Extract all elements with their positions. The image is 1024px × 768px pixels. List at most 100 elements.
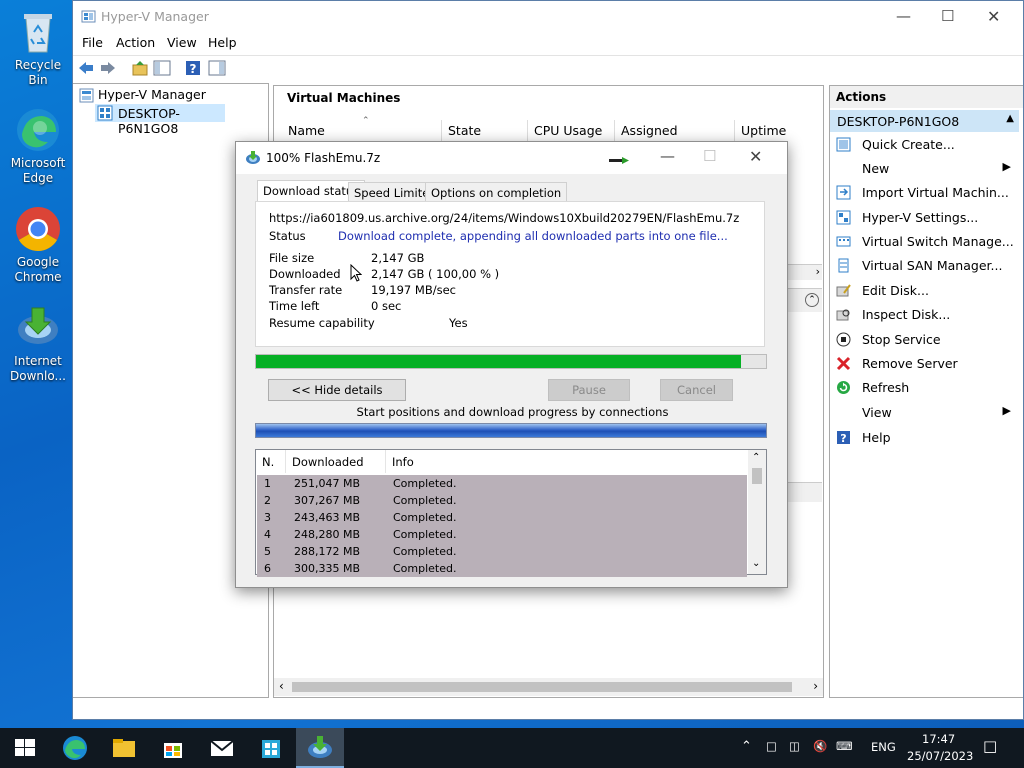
menu-view[interactable]: View — [167, 35, 197, 50]
mail-icon[interactable] — [208, 734, 236, 762]
action-remove-server[interactable]: Remove Server — [830, 353, 1015, 375]
action-edit-disk[interactable]: Edit Disk... — [830, 280, 1015, 302]
horizontal-scrollbar[interactable]: ‹ › — [274, 678, 823, 696]
action-label: Virtual Switch Manage... — [862, 234, 1014, 249]
download-url: https://ia601809.us.archive.org/24/items… — [269, 211, 740, 225]
col-info[interactable]: Info — [386, 450, 746, 473]
action-label: Remove Server — [862, 356, 958, 371]
idm-titlebar[interactable]: 100% FlashEmu.7z — ☐ ✕ — [236, 142, 787, 174]
col-downloaded[interactable]: Downloaded — [286, 450, 386, 473]
menu-file[interactable]: File — [82, 35, 103, 50]
col-uptime[interactable]: Uptime — [735, 120, 821, 142]
show-tree-icon[interactable] — [153, 59, 171, 77]
edge-icon — [14, 106, 62, 154]
desktop-icon-chrome[interactable]: Google Chrome — [4, 205, 72, 285]
scroll-thumb[interactable] — [292, 682, 792, 692]
connections-progress-bar — [255, 423, 767, 438]
action-import-virtual-machin[interactable]: Import Virtual Machin... — [830, 182, 1015, 204]
meet-now-icon[interactable]: □ — [766, 739, 777, 753]
cell-info: Completed. — [393, 562, 457, 575]
connections-caption: Start positions and download progress by… — [356, 405, 669, 419]
desktop-icon-recycle-bin[interactable]: Recycle Bin — [4, 8, 72, 88]
help-icon[interactable]: ? — [184, 59, 202, 77]
volume-muted-icon[interactable]: 🔇 — [813, 739, 827, 753]
up-folder-icon[interactable] — [131, 59, 149, 77]
action-view[interactable]: View ▶ — [830, 402, 1015, 424]
tab-options-on-completion[interactable]: Options on completion — [425, 182, 568, 202]
table-row[interactable]: 5 288,172 MB Completed. — [257, 543, 747, 560]
scroll-down-icon[interactable]: ⌄ — [752, 558, 760, 569]
notifications-icon[interactable]: □ — [983, 737, 997, 755]
menu-help[interactable]: Help — [208, 35, 237, 50]
collapse-up-icon[interactable]: ▲ — [1006, 113, 1014, 124]
edge-taskbar-icon[interactable] — [61, 734, 89, 762]
show-hidden-icons-icon[interactable]: ⌃ — [741, 739, 752, 754]
clock-time[interactable]: 17:47 — [922, 732, 955, 746]
action-label: Inspect Disk... — [862, 307, 951, 322]
action-refresh[interactable]: Refresh — [830, 377, 1015, 399]
action-new[interactable]: New ▶ — [830, 158, 1015, 180]
minimize-button[interactable]: — — [896, 7, 911, 25]
idm-maximize-button: ☐ — [703, 147, 717, 165]
chevron-right-icon[interactable]: › — [816, 265, 820, 278]
action-quick-create[interactable]: Quick Create... — [830, 134, 1015, 156]
actions-panel: Actions DESKTOP-P6N1GO8 ▲ Quick Create..… — [829, 85, 1023, 698]
col-memory[interactable]: Assigned Memory — [615, 120, 735, 153]
table-scroll-thumb[interactable] — [752, 468, 762, 484]
cell-downloaded: 300,335 MB — [294, 562, 361, 575]
scroll-up-icon[interactable]: ⌃ — [752, 452, 760, 463]
windows-start-icon[interactable] — [11, 734, 39, 762]
col-n[interactable]: N. — [256, 450, 286, 473]
action-inspect-disk[interactable]: Inspect Disk... — [830, 304, 1015, 326]
action-virtual-san-manager[interactable]: Virtual SAN Manager... — [830, 255, 1015, 277]
close-button[interactable]: ✕ — [987, 7, 1000, 26]
keyboard-icon[interactable]: ⌨ — [836, 739, 853, 753]
language-indicator[interactable]: ENG — [871, 740, 896, 754]
actions-host-header[interactable]: DESKTOP-P6N1GO8 ▲ — [830, 110, 1019, 132]
maximize-button[interactable]: ☐ — [941, 7, 954, 25]
action-label: Import Virtual Machin... — [862, 185, 1009, 200]
table-vertical-scrollbar[interactable]: ⌃ ⌄ — [748, 450, 766, 574]
table-row[interactable]: 6 300,335 MB Completed. — [257, 560, 747, 577]
table-row[interactable]: 3 243,463 MB Completed. — [257, 509, 747, 526]
show-action-pane-icon[interactable] — [208, 59, 226, 77]
desktop-icon-label: Recycle Bin — [14, 58, 62, 87]
scroll-left-icon[interactable]: ‹ — [279, 679, 284, 693]
desktop-icon-idm[interactable]: Internet Downlo... — [4, 304, 72, 384]
store-icon[interactable] — [159, 734, 187, 762]
switch-icon — [836, 234, 851, 249]
action-stop-service[interactable]: Stop Service — [830, 329, 1015, 351]
col-state[interactable]: State — [442, 120, 528, 142]
table-row[interactable]: 4 248,280 MB Completed. — [257, 526, 747, 543]
file-explorer-icon[interactable] — [110, 734, 138, 762]
forward-arrow-icon[interactable] — [99, 59, 117, 77]
collapse-icon[interactable]: ⌃ — [805, 293, 819, 307]
idm-close-button[interactable]: ✕ — [749, 147, 762, 166]
hyperv-titlebar[interactable]: Hyper-V Manager — ☐ ✕ — [73, 1, 1023, 33]
hyperv-app-icon — [81, 9, 96, 24]
network-icon[interactable]: ◫ — [789, 739, 800, 753]
table-row[interactable]: 1 251,047 MB Completed. — [257, 475, 747, 492]
transfer-rate-label: Transfer rate — [269, 283, 343, 297]
idm-app-icon — [245, 150, 261, 166]
hyperv-taskbar-icon[interactable] — [257, 734, 285, 762]
table-row[interactable]: 2 307,267 MB Completed. — [257, 492, 747, 509]
idm-minimize-button[interactable]: — — [660, 147, 675, 165]
back-arrow-icon[interactable] — [77, 59, 95, 77]
hide-details-button[interactable]: << Hide details — [268, 379, 406, 401]
col-cpu[interactable]: CPU Usage — [528, 120, 615, 142]
action-help[interactable]: ? Help — [830, 427, 1015, 449]
menu-action[interactable]: Action — [116, 35, 155, 50]
scroll-right-icon[interactable]: › — [813, 679, 818, 693]
vm-columns: Name ⌃ State CPU Usage Assigned Memory U… — [282, 116, 822, 153]
clock-date[interactable]: 25/07/2023 — [907, 749, 973, 763]
desktop-icon-edge[interactable]: Microsoft Edge — [4, 106, 72, 186]
downloaded-value: 2,147 GB ( 100,00 % ) — [371, 267, 500, 281]
action-hyper-v-settings[interactable]: Hyper-V Settings... — [830, 207, 1015, 229]
quick-create-icon — [836, 137, 851, 152]
server-icon — [97, 105, 113, 121]
tree-item-selected[interactable]: DESKTOP-P6N1GO8 — [95, 104, 225, 136]
tree-root[interactable]: Hyper-V Manager — [98, 87, 206, 102]
idm-taskbar-button[interactable] — [296, 728, 344, 768]
action-virtual-switch-manage[interactable]: Virtual Switch Manage... — [830, 231, 1015, 253]
